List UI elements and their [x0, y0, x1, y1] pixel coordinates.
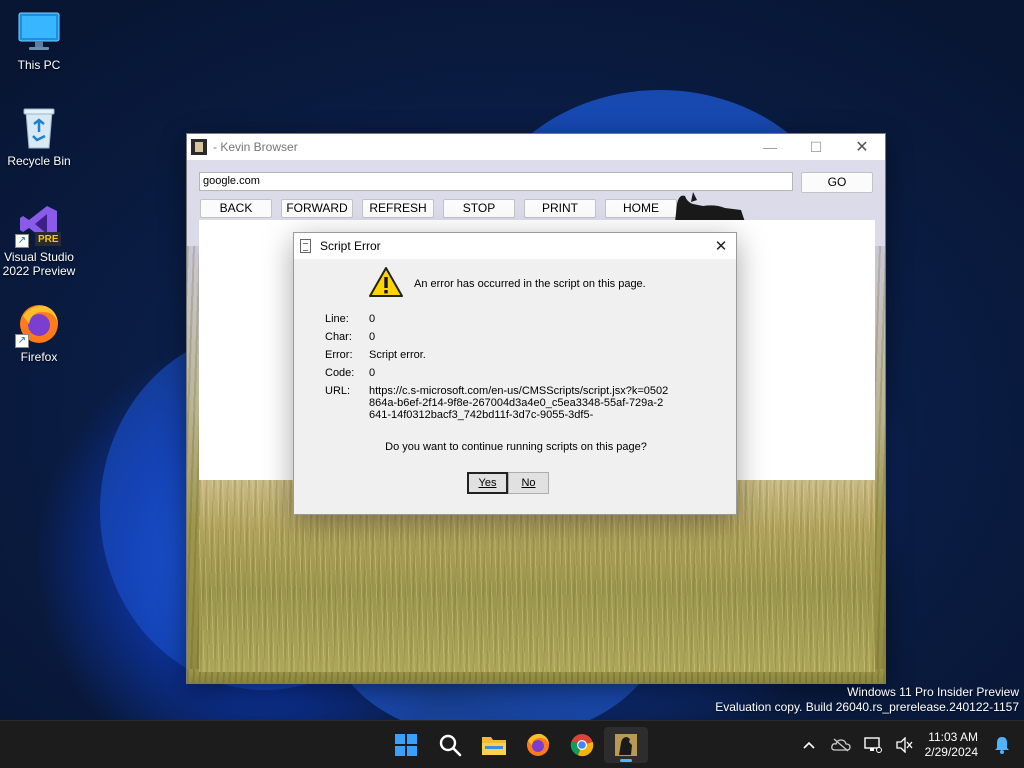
show-hidden-icons-chevron-icon[interactable] [793, 729, 825, 761]
forward-button[interactable]: FORWARD [281, 199, 353, 218]
search-icon [439, 734, 462, 757]
close-window-button[interactable]: ✕ [839, 134, 885, 160]
taskbar: 11:03 AM 2/29/2024 [0, 720, 1024, 768]
go-button[interactable]: GO [801, 172, 873, 193]
code-row: Code: 0 [325, 367, 669, 379]
warning-icon [369, 267, 403, 297]
error-row: Error: Script error. [325, 349, 669, 361]
file-explorer-icon [482, 737, 506, 755]
firefox-taskbar-button[interactable] [516, 727, 560, 763]
recycle-bin-icon [17, 106, 61, 150]
no-button-label: No [521, 477, 536, 489]
taskbar-apps [384, 727, 648, 763]
clock-time: 11:03 AM [928, 730, 978, 744]
shortcut-arrow-icon: ↗ [15, 334, 29, 348]
document-icon [300, 239, 311, 253]
desktop-icon-firefox[interactable]: ↗ Firefox [1, 302, 77, 364]
notification-bell-icon[interactable] [986, 729, 1018, 761]
network-icon[interactable] [857, 729, 889, 761]
firefox-icon: ↗ [15, 302, 61, 348]
stop-button[interactable]: STOP [443, 199, 515, 218]
desktop-icon-visual-studio[interactable]: PRE ↗ Visual Studio 2022 Preview [1, 202, 77, 278]
watermark-line-1: Windows 11 Pro Insider Preview [847, 685, 1019, 699]
chrome-taskbar-button[interactable] [560, 727, 604, 763]
char-value: 0 [369, 331, 376, 343]
dialog-title: Script Error [320, 239, 381, 253]
error-value: Script error. [369, 349, 426, 361]
line-row: Line: 0 [325, 313, 669, 325]
shortcut-arrow-icon: ↗ [15, 234, 29, 248]
onedrive-icon[interactable] [825, 729, 857, 761]
dialog-close-icon[interactable]: ✕ [706, 237, 736, 255]
back-button[interactable]: BACK [200, 199, 272, 218]
desktop-icon-label: Visual Studio 2022 Preview [2, 250, 76, 278]
desktop-icon-label: Recycle Bin [7, 154, 71, 168]
desktop-icon-label: Firefox [20, 350, 58, 364]
desktop-icon-recycle-bin[interactable]: Recycle Bin [1, 106, 77, 168]
url-value: https://c.s-microsoft.com/en-us/CMSScrip… [369, 385, 669, 421]
home-button[interactable]: HOME [605, 199, 677, 218]
char-row: Char: 0 [325, 331, 669, 343]
code-label: Code: [325, 367, 355, 379]
volume-muted-icon[interactable] [889, 729, 921, 761]
visual-studio-icon: PRE ↗ [15, 202, 61, 248]
monitor-icon [17, 10, 61, 54]
yes-button-label: Yes [478, 477, 497, 489]
line-value: 0 [369, 313, 376, 325]
kevin-browser-taskbar-button[interactable] [604, 727, 648, 763]
error-label: Error: [325, 349, 353, 361]
yes-button[interactable]: Yes [467, 472, 508, 494]
browser-title: - Kevin Browser [213, 140, 298, 154]
url-row: URL: https://c.s-microsoft.com/en-us/CMS… [325, 385, 669, 421]
kevin-browser-icon [615, 734, 637, 756]
desktop-icon-this-pc[interactable]: This PC [1, 10, 77, 72]
char-label: Char: [325, 331, 352, 343]
navigation-toolbar: BACK FORWARD REFRESH STOP PRINT HOME [200, 199, 686, 218]
clock[interactable]: 11:03 AM 2/29/2024 [921, 730, 986, 760]
system-tray: 11:03 AM 2/29/2024 [793, 721, 1024, 768]
maximize-button[interactable]: ☐ [793, 134, 839, 160]
kevin-browser-app-icon [191, 139, 207, 155]
no-button[interactable]: No [508, 472, 549, 494]
refresh-button[interactable]: REFRESH [362, 199, 434, 218]
url-label: URL: [325, 385, 351, 397]
file-explorer-button[interactable] [472, 727, 516, 763]
error-message: An error has occurred in the script on t… [414, 278, 646, 290]
search-button[interactable] [428, 727, 472, 763]
horse-silhouette-decoration [675, 192, 745, 222]
windows-watermark: Windows 11 Pro Insider Preview Evaluatio… [715, 685, 1019, 715]
print-button[interactable]: PRINT [524, 199, 596, 218]
browser-titlebar[interactable]: - Kevin Browser — ☐ ✕ [187, 134, 885, 160]
watermark-line-2: Evaluation copy. Build 26040.rs_prerelea… [715, 700, 1019, 714]
script-error-dialog: Script Error ✕ An error has occurred in … [293, 232, 737, 515]
firefox-icon [527, 733, 549, 756]
clock-date: 2/29/2024 [924, 745, 978, 759]
background-field-left [187, 246, 199, 683]
preview-badge: PRE [38, 234, 59, 245]
desktop-icon-label: This PC [17, 58, 61, 72]
minimize-button[interactable]: — [747, 134, 793, 160]
dialog-titlebar[interactable]: Script Error ✕ [294, 233, 736, 259]
line-label: Line: [325, 313, 349, 325]
start-button[interactable] [384, 727, 428, 763]
start-icon [395, 734, 417, 756]
chrome-icon [570, 734, 594, 757]
code-value: 0 [369, 367, 376, 379]
address-bar-input[interactable]: google.com [199, 172, 793, 191]
continue-question: Do you want to continue running scripts … [385, 441, 647, 453]
